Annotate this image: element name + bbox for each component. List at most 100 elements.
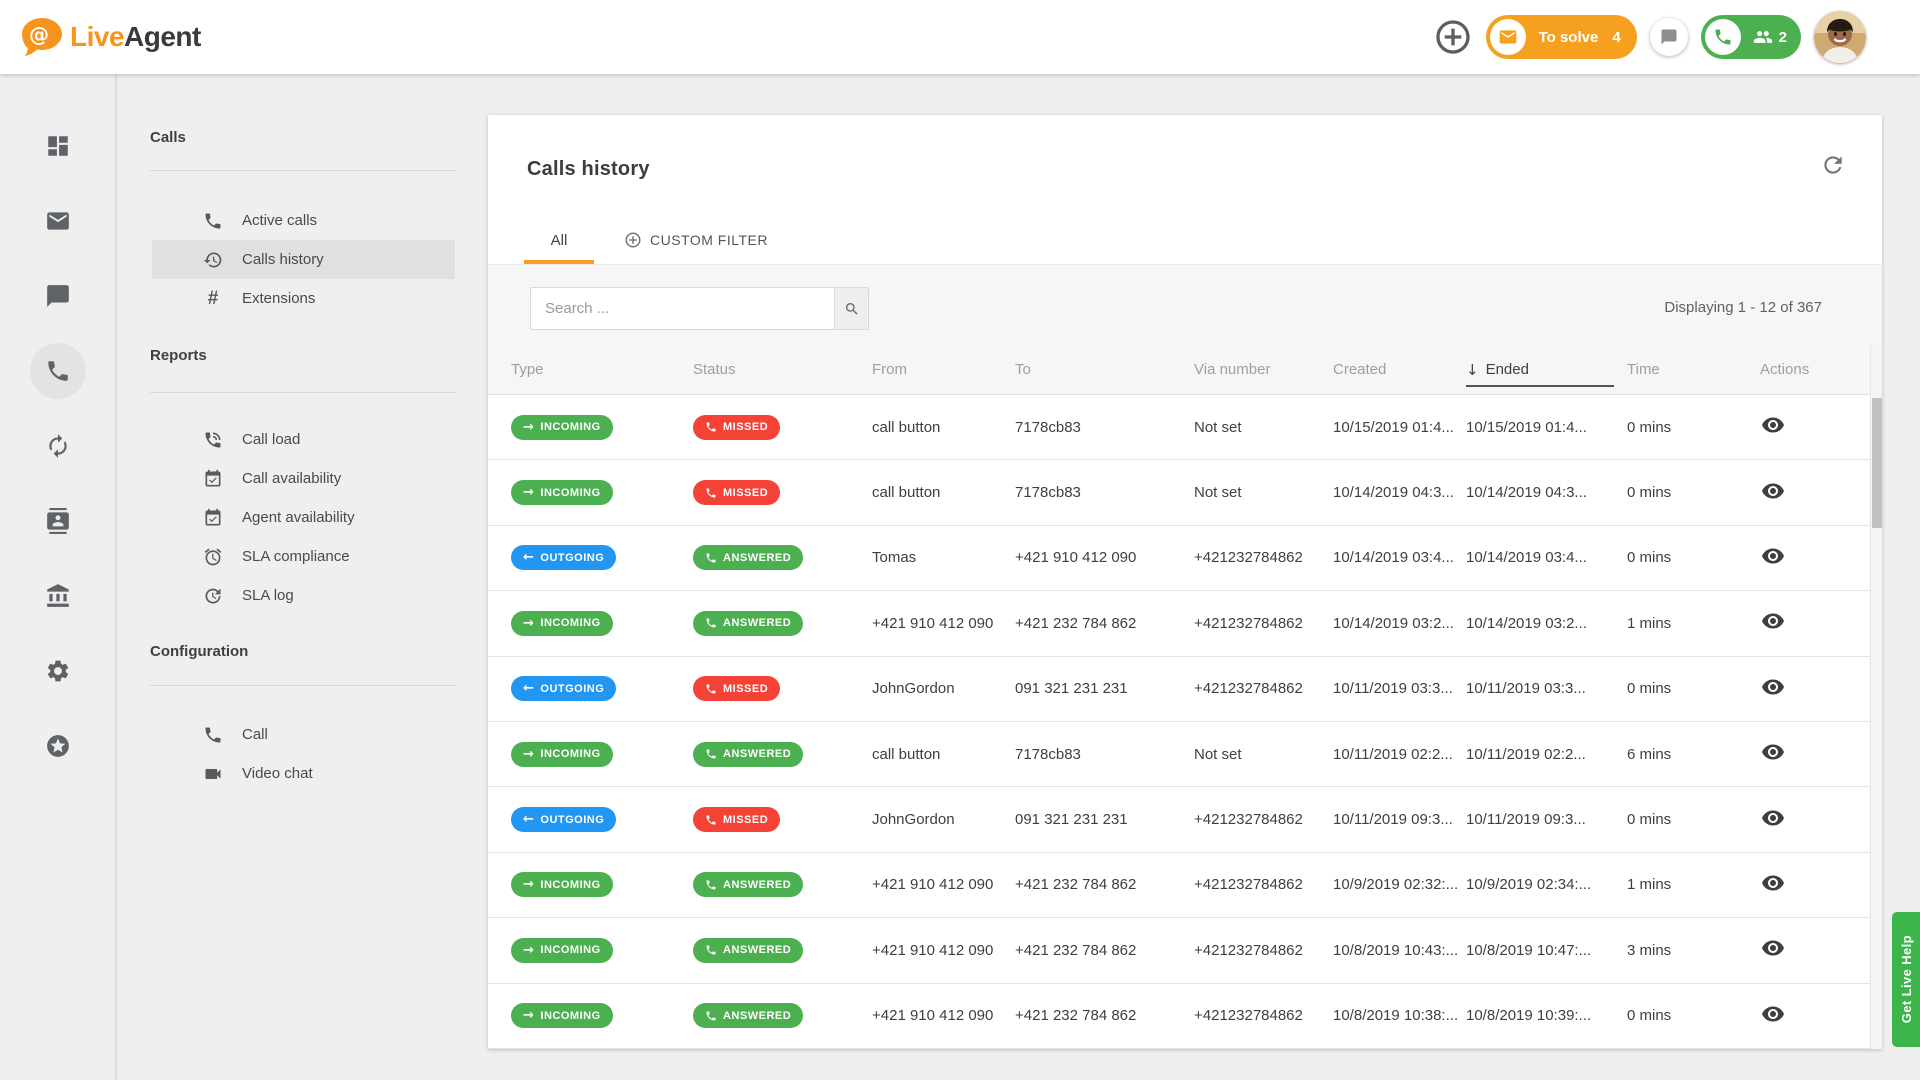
ended-cell: 10/14/2019 03:4... [1466,549,1627,566]
rail-item-contacts[interactable] [30,493,86,549]
alarm-icon [203,547,223,567]
add-new-button[interactable] [1433,17,1473,57]
get-live-help-tab[interactable]: Get Live Help [1892,912,1920,1047]
view-call-button[interactable] [1760,806,1786,832]
col-to[interactable]: To [1015,361,1194,378]
table-row: →INCOMING MISSED call button 7178cb83 No… [488,460,1882,525]
search-box [530,287,869,330]
type-badge: →INCOMING [511,1003,613,1028]
col-time[interactable]: Time [1627,361,1760,378]
view-call-button[interactable] [1760,609,1786,635]
via-number-cell: Not set [1194,484,1333,501]
status-badge: ANSWERED [693,611,803,636]
col-status[interactable]: Status [693,361,872,378]
rail-item-mail[interactable] [30,193,86,249]
actions-cell [1760,479,1882,507]
sidebar-item-label: Agent availability [242,509,355,526]
divider [150,685,456,686]
envelope-circle [1490,19,1526,55]
status-cell: ANSWERED [693,872,872,897]
sidebar-item-label: Call load [242,431,300,448]
rail-item-star-circle[interactable] [30,718,86,774]
sidebar-item-label: SLA compliance [242,548,350,565]
to-cell: +421 232 784 862 [1015,942,1194,959]
table-scrollbar[interactable] [1870,345,1882,1049]
view-call-button[interactable] [1760,675,1786,701]
phone-icon [705,552,717,564]
ended-cell: 10/11/2019 09:3... [1466,811,1627,828]
rail-item-dashboard[interactable] [30,118,86,174]
sidebar-item-call-availability[interactable]: Call availability [152,459,455,498]
col-type[interactable]: Type [511,361,693,378]
from-cell: call button [872,746,1015,763]
view-call-button[interactable] [1760,871,1786,897]
type-cell: ←OUTGOING [511,807,693,832]
tab-custom-filter[interactable]: CUSTOM FILTER [624,231,768,264]
to-cell: +421 910 412 090 [1015,549,1194,566]
created-cell: 10/11/2019 09:3... [1333,811,1466,828]
rail-item-bank[interactable] [30,568,86,624]
sidebar-item-sla-log[interactable]: SLA log [152,576,455,615]
view-call-button[interactable] [1760,544,1786,570]
time-cell: 0 mins [1627,419,1760,436]
ended-cell: 10/15/2019 01:4... [1466,419,1627,436]
view-call-button[interactable] [1760,936,1786,962]
actions-cell [1760,413,1882,441]
view-call-button[interactable] [1760,1002,1786,1028]
ended-cell: 10/11/2019 03:3... [1466,680,1627,697]
search-input[interactable] [530,287,834,330]
displaying-range: Displaying 1 - 12 of 367 [1664,299,1822,316]
sync-icon [45,433,71,459]
rail-item-gear[interactable] [30,643,86,699]
rail-item-chat[interactable] [30,268,86,324]
sidebar-item-active-calls[interactable]: Active calls [152,201,455,240]
calls-online-button[interactable]: 2 [1701,15,1801,59]
card-header: Calls history All CUSTOM FILTER [488,115,1882,265]
type-badge: →INCOMING [511,872,613,897]
icon-rail [0,74,116,1080]
view-call-button[interactable] [1760,413,1786,439]
col-via-number[interactable]: Via number [1194,361,1333,378]
rail-item-sync[interactable] [30,418,86,474]
sidebar-item-call-load[interactable]: Call load [152,420,455,459]
type-badge: →INCOMING [511,611,613,636]
scrollbar-thumb[interactable] [1872,398,1882,528]
refresh-button[interactable] [1820,152,1846,178]
col-actions: Actions [1760,361,1882,378]
phone-icon [705,617,717,629]
chat-icon [45,283,71,309]
to-cell: 7178cb83 [1015,419,1194,436]
sidebar-item-agent-availability[interactable]: Agent availability [152,498,455,537]
type-cell: →INCOMING [511,742,693,767]
sidebar-item-sla-compliance[interactable]: SLA compliance [152,537,455,576]
top-actions: To solve 4 2 [1433,11,1866,63]
sidebar-item-extensions[interactable]: # Extensions [152,279,455,318]
search-button[interactable] [834,287,869,330]
refresh-icon [1820,152,1846,178]
from-cell: +421 910 412 090 [872,876,1015,893]
view-call-button[interactable] [1760,479,1786,505]
sidebar-item-calls-history[interactable]: Calls history [152,240,455,279]
ended-cell: 10/14/2019 04:3... [1466,484,1627,501]
col-ended-sorted[interactable]: ↓ Ended [1466,345,1627,394]
col-from[interactable]: From [872,361,1015,378]
sidebar-item-label: Extensions [242,290,315,307]
ended-cell: 10/8/2019 10:47:... [1466,942,1627,959]
view-call-button[interactable] [1760,740,1786,766]
sidebar-item-video-chat[interactable]: Video chat [152,754,455,793]
to-solve-button[interactable]: To solve 4 [1486,15,1637,59]
col-created[interactable]: Created [1333,361,1466,378]
chats-button[interactable] [1650,18,1688,56]
tab-all[interactable]: All [524,232,594,264]
type-cell: →INCOMING [511,611,693,636]
ended-cell: 10/8/2019 10:39:... [1466,1007,1627,1024]
eye-icon [1761,871,1785,895]
sidebar-item-call[interactable]: Call [152,715,455,754]
top-bar: @ LiveAgent To solve 4 2 [0,0,1920,74]
user-avatar[interactable] [1814,11,1866,63]
rail-item-phone[interactable] [30,343,86,399]
actions-cell [1760,1002,1882,1030]
phone-icon [45,358,71,384]
status-cell: ANSWERED [693,938,872,963]
via-number-cell: +421232784862 [1194,811,1333,828]
